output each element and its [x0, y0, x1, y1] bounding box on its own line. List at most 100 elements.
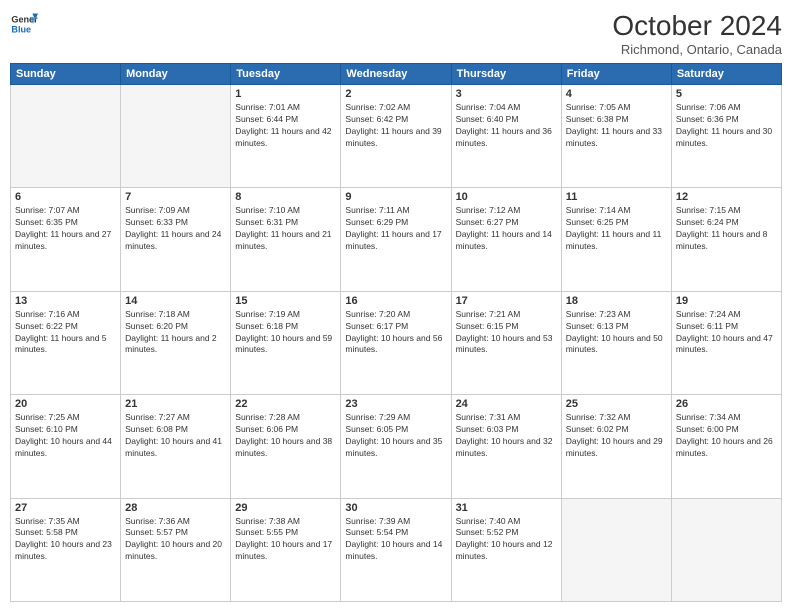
svg-text:Blue: Blue: [11, 24, 31, 34]
calendar-cell: 20Sunrise: 7:25 AM Sunset: 6:10 PM Dayli…: [11, 395, 121, 498]
day-number: 15: [235, 295, 336, 307]
calendar-cell: 10 Sunrise: 7:12 AM Sunset: 6:27 PM Dayli…: [451, 188, 561, 291]
weekday-header: Sunday: [11, 64, 121, 85]
month-title: October 2024: [612, 10, 782, 42]
calendar-cell: 29 Sunrise: 7:38 AM Sunset: 5:55 PM Dayli…: [231, 498, 341, 601]
day-number: 18: [566, 295, 667, 307]
day-info: Sunrise: 7:31 AM Sunset: 6:03 PM Dayligh…: [456, 412, 557, 460]
day-info: Sunrise: 7:35 AM Sunset: 5:58 PM Dayligh…: [15, 516, 116, 564]
day-number: 7: [125, 191, 226, 203]
day-number: 6: [15, 191, 116, 203]
day-info: Sunrise: 7:14 AM Sunset: 6:25 PM Dayligh…: [566, 205, 667, 253]
calendar-cell: [121, 85, 231, 188]
day-info: Sunrise: 7:18 AM Sunset: 6:20 PM Dayligh…: [125, 309, 226, 357]
weekday-header: Thursday: [451, 64, 561, 85]
day-info: Sunrise: 7:12 AM Sunset: 6:27 PM Dayligh…: [456, 205, 557, 253]
day-number: 10: [456, 191, 557, 203]
day-number: 25: [566, 398, 667, 410]
calendar-cell: 18 Sunrise: 7:23 AM Sunset: 6:13 PM Dayli…: [561, 291, 671, 394]
calendar-cell: 15 Sunrise: 7:19 AM Sunset: 6:18 PM Dayli…: [231, 291, 341, 394]
day-info: Sunrise: 7:01 AM Sunset: 6:44 PM Dayligh…: [235, 102, 336, 150]
day-info: Sunrise: 7:27 AM Sunset: 6:08 PM Dayligh…: [125, 412, 226, 460]
calendar-week-row: 6 Sunrise: 7:07 AM Sunset: 6:35 PM Daylig…: [11, 188, 782, 291]
calendar-week-row: 13 Sunrise: 7:16 AM Sunset: 6:22 PM Dayli…: [11, 291, 782, 394]
calendar-cell: 11 Sunrise: 7:14 AM Sunset: 6:25 PM Dayli…: [561, 188, 671, 291]
day-info: Sunrise: 7:38 AM Sunset: 5:55 PM Dayligh…: [235, 516, 336, 564]
day-number: 30: [345, 502, 446, 514]
day-info: Sunrise: 7:10 AM Sunset: 6:31 PM Dayligh…: [235, 205, 336, 253]
day-info: Sunrise: 7:23 AM Sunset: 6:13 PM Dayligh…: [566, 309, 667, 357]
calendar-cell: 14 Sunrise: 7:18 AM Sunset: 6:20 PM Dayli…: [121, 291, 231, 394]
day-number: 24: [456, 398, 557, 410]
day-number: 16: [345, 295, 446, 307]
weekday-header: Wednesday: [341, 64, 451, 85]
day-number: 31: [456, 502, 557, 514]
day-info: Sunrise: 7:16 AM Sunset: 6:22 PM Dayligh…: [15, 309, 116, 357]
weekday-header: Friday: [561, 64, 671, 85]
day-info: Sunrise: 7:21 AM Sunset: 6:15 PM Dayligh…: [456, 309, 557, 357]
calendar-cell: 22 Sunrise: 7:28 AM Sunset: 6:06 PM Dayli…: [231, 395, 341, 498]
day-info: Sunrise: 7:19 AM Sunset: 6:18 PM Dayligh…: [235, 309, 336, 357]
day-number: 19: [676, 295, 777, 307]
day-number: 2: [345, 88, 446, 100]
day-number: 8: [235, 191, 336, 203]
calendar-cell: [11, 85, 121, 188]
day-number: 13: [15, 295, 116, 307]
page: General Blue October 2024 Richmond, Onta…: [0, 0, 792, 612]
calendar-cell: 8 Sunrise: 7:10 AM Sunset: 6:31 PM Daylig…: [231, 188, 341, 291]
calendar-cell: [561, 498, 671, 601]
logo: General Blue: [10, 10, 38, 38]
day-info: Sunrise: 7:36 AM Sunset: 5:57 PM Dayligh…: [125, 516, 226, 564]
calendar-cell: 21 Sunrise: 7:27 AM Sunset: 6:08 PM Dayli…: [121, 395, 231, 498]
logo-icon: General Blue: [10, 10, 38, 38]
day-number: 5: [676, 88, 777, 100]
calendar-cell: 4 Sunrise: 7:05 AM Sunset: 6:38 PM Daylig…: [561, 85, 671, 188]
day-info: Sunrise: 7:11 AM Sunset: 6:29 PM Dayligh…: [345, 205, 446, 253]
calendar-cell: 9Sunrise: 7:11 AM Sunset: 6:29 PM Daylig…: [341, 188, 451, 291]
calendar-week-row: 27 Sunrise: 7:35 AM Sunset: 5:58 PM Dayli…: [11, 498, 782, 601]
day-number: 4: [566, 88, 667, 100]
calendar-cell: 25Sunrise: 7:32 AM Sunset: 6:02 PM Dayli…: [561, 395, 671, 498]
day-info: Sunrise: 7:24 AM Sunset: 6:11 PM Dayligh…: [676, 309, 777, 357]
calendar-cell: 17 Sunrise: 7:21 AM Sunset: 6:15 PM Dayli…: [451, 291, 561, 394]
calendar-cell: 7Sunrise: 7:09 AM Sunset: 6:33 PM Daylig…: [121, 188, 231, 291]
weekday-header: Tuesday: [231, 64, 341, 85]
calendar-cell: 27 Sunrise: 7:35 AM Sunset: 5:58 PM Dayli…: [11, 498, 121, 601]
calendar-cell: 2 Sunrise: 7:02 AM Sunset: 6:42 PM Daylig…: [341, 85, 451, 188]
day-info: Sunrise: 7:06 AM Sunset: 6:36 PM Dayligh…: [676, 102, 777, 150]
calendar-cell: 6 Sunrise: 7:07 AM Sunset: 6:35 PM Daylig…: [11, 188, 121, 291]
day-info: Sunrise: 7:07 AM Sunset: 6:35 PM Dayligh…: [15, 205, 116, 253]
day-number: 28: [125, 502, 226, 514]
calendar-cell: 31Sunrise: 7:40 AM Sunset: 5:52 PM Dayli…: [451, 498, 561, 601]
day-number: 21: [125, 398, 226, 410]
day-info: Sunrise: 7:28 AM Sunset: 6:06 PM Dayligh…: [235, 412, 336, 460]
calendar-body: 1 Sunrise: 7:01 AM Sunset: 6:44 PM Daylig…: [11, 85, 782, 602]
calendar-cell: 19 Sunrise: 7:24 AM Sunset: 6:11 PM Dayli…: [671, 291, 781, 394]
day-info: Sunrise: 7:02 AM Sunset: 6:42 PM Dayligh…: [345, 102, 446, 150]
calendar-cell: 5 Sunrise: 7:06 AM Sunset: 6:36 PM Daylig…: [671, 85, 781, 188]
header: General Blue October 2024 Richmond, Onta…: [10, 10, 782, 57]
day-number: 14: [125, 295, 226, 307]
calendar-cell: 3Sunrise: 7:04 AM Sunset: 6:40 PM Daylig…: [451, 85, 561, 188]
calendar-cell: 24 Sunrise: 7:31 AM Sunset: 6:03 PM Dayli…: [451, 395, 561, 498]
day-number: 12: [676, 191, 777, 203]
calendar-cell: 16Sunrise: 7:20 AM Sunset: 6:17 PM Dayli…: [341, 291, 451, 394]
day-info: Sunrise: 7:29 AM Sunset: 6:05 PM Dayligh…: [345, 412, 446, 460]
calendar-cell: 28 Sunrise: 7:36 AM Sunset: 5:57 PM Dayli…: [121, 498, 231, 601]
day-number: 1: [235, 88, 336, 100]
day-info: Sunrise: 7:04 AM Sunset: 6:40 PM Dayligh…: [456, 102, 557, 150]
day-number: 27: [15, 502, 116, 514]
day-info: Sunrise: 7:39 AM Sunset: 5:54 PM Dayligh…: [345, 516, 446, 564]
calendar-cell: 30 Sunrise: 7:39 AM Sunset: 5:54 PM Dayli…: [341, 498, 451, 601]
calendar-header-row: SundayMondayTuesdayWednesdayThursdayFrid…: [11, 64, 782, 85]
calendar-cell: 13 Sunrise: 7:16 AM Sunset: 6:22 PM Dayli…: [11, 291, 121, 394]
day-number: 17: [456, 295, 557, 307]
day-info: Sunrise: 7:05 AM Sunset: 6:38 PM Dayligh…: [566, 102, 667, 150]
day-number: 26: [676, 398, 777, 410]
weekday-header: Monday: [121, 64, 231, 85]
day-number: 29: [235, 502, 336, 514]
title-block: October 2024 Richmond, Ontario, Canada: [612, 10, 782, 57]
day-number: 22: [235, 398, 336, 410]
day-number: 11: [566, 191, 667, 203]
calendar-cell: [671, 498, 781, 601]
